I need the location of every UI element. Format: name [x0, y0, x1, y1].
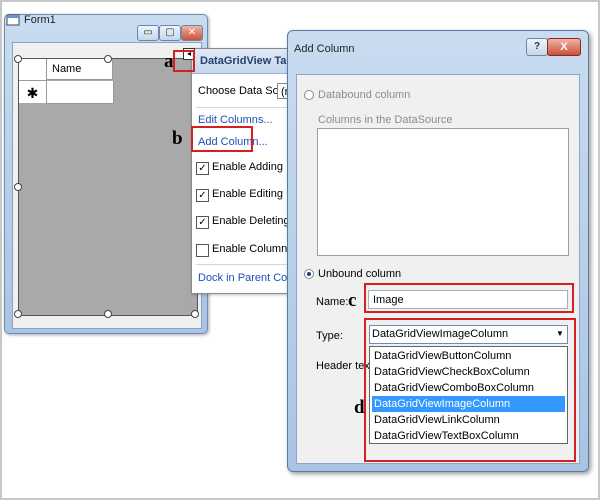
highlight-box-add-column: [191, 126, 253, 152]
resize-handle[interactable]: [14, 310, 22, 318]
enable-editing-label: Enable Editing: [212, 188, 283, 200]
enable-column-reorder-label: Enable Column Reorde: [212, 243, 296, 255]
dialog-close-button[interactable]: X: [547, 38, 581, 56]
form1-title: Form1: [24, 14, 56, 26]
callout-label-b: b: [172, 128, 183, 149]
columns-in-datasource-label: Columns in the DataSource: [318, 114, 453, 126]
grid-new-row-marker: ✱: [19, 81, 47, 103]
name-label: Name:: [316, 296, 349, 308]
callout-label-a: a: [164, 51, 174, 72]
resize-handle[interactable]: [191, 310, 199, 318]
resize-handle[interactable]: [104, 310, 112, 318]
tasks-header: DataGridView Tasks: [192, 49, 296, 74]
minimize-button[interactable]: ▭: [137, 25, 159, 41]
unbound-column-label: Unbound column: [318, 268, 402, 280]
maximize-button[interactable]: ▢: [159, 25, 181, 41]
enable-deleting-checkbox[interactable]: ✓: [196, 216, 209, 229]
edit-columns-link[interactable]: Edit Columns...: [198, 114, 273, 126]
dialog-title: Add Column: [294, 43, 355, 55]
databound-column-label: Databound column: [318, 89, 411, 101]
datasource-columns-list[interactable]: [317, 128, 569, 256]
highlight-box-type: [364, 318, 576, 462]
tasks-title: DataGridView Tasks: [200, 55, 297, 67]
resize-handle[interactable]: [104, 55, 112, 63]
divider: [196, 107, 292, 108]
highlight-box-smart-tag: [173, 50, 195, 72]
close-button[interactable]: ✕: [181, 25, 203, 41]
grid-new-row-cell[interactable]: [47, 81, 114, 104]
enable-column-reorder-checkbox[interactable]: [196, 244, 209, 257]
callout-label-c: c: [348, 290, 357, 311]
enable-adding-label: Enable Adding: [212, 161, 283, 173]
form-app-icon: [6, 14, 20, 26]
enable-deleting-label: Enable Deleting: [212, 215, 290, 227]
unbound-column-radio[interactable]: [304, 269, 314, 279]
dock-in-parent-link[interactable]: Dock in Parent Container: [198, 272, 296, 284]
divider: [196, 264, 292, 265]
databound-column-radio[interactable]: [304, 90, 314, 100]
enable-editing-checkbox[interactable]: ✓: [196, 189, 209, 202]
resize-handle[interactable]: [14, 183, 22, 191]
callout-label-d: d: [354, 397, 365, 418]
type-label: Type:: [316, 330, 343, 342]
grid-corner-header: [19, 59, 47, 81]
datagridview-tasks-panel: DataGridView Tasks Choose Data Source: (…: [191, 48, 297, 294]
highlight-box-name: [364, 283, 574, 313]
grid-column-header[interactable]: Name: [47, 59, 113, 80]
help-button[interactable]: ?: [526, 38, 548, 56]
resize-handle[interactable]: [14, 55, 22, 63]
enable-adding-checkbox[interactable]: ✓: [196, 162, 209, 175]
